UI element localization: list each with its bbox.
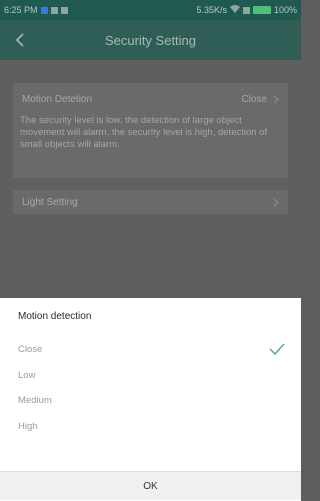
battery-icon <box>252 6 271 14</box>
chevron-right-icon <box>273 95 279 103</box>
app-notification-icon-2 <box>60 6 68 14</box>
status-right: 5.35K/s 100% <box>196 5 297 15</box>
sheet-title: Motion detection <box>18 311 92 322</box>
check-icon <box>269 343 285 355</box>
light-setting-card: Light Setting <box>13 190 288 214</box>
option-high[interactable]: High <box>0 414 301 438</box>
battery-level: 100% <box>273 5 297 15</box>
motion-detection-card: Motion Detetion Close The security level… <box>13 83 288 178</box>
option-label: High <box>18 420 38 432</box>
motion-detection-label: Motion Detetion <box>22 93 93 105</box>
status-left: 6:25 PM <box>4 5 68 15</box>
network-speed: 5.35K/s <box>196 5 227 15</box>
motion-detection-value: Close <box>241 93 267 105</box>
signal-icon <box>242 6 250 14</box>
app-bar: Security Setting <box>0 20 301 60</box>
motion-detection-sheet: Motion detection Close Low Medium High O… <box>0 298 301 501</box>
page-title: Security Setting <box>104 32 197 48</box>
chevron-right-icon <box>273 198 279 206</box>
option-label: Medium <box>18 394 52 406</box>
notification-icon <box>40 6 48 14</box>
option-low[interactable]: Low <box>0 363 301 387</box>
motion-detection-value-group: Close <box>241 94 279 105</box>
wifi-icon <box>229 5 240 15</box>
back-button[interactable] <box>8 28 32 52</box>
status-bar: 6:25 PM 5.35K/s 100% <box>0 0 301 20</box>
option-close[interactable]: Close <box>0 337 301 361</box>
option-label: Close <box>18 343 43 355</box>
light-setting-label: Light Setting <box>22 196 78 208</box>
option-medium[interactable]: Medium <box>0 388 301 412</box>
ok-button[interactable]: OK <box>0 471 301 500</box>
app-notification-icon <box>50 6 58 14</box>
motion-detection-description: The security level is low, the detection… <box>20 115 268 150</box>
motion-detection-row[interactable]: Motion Detetion Close <box>13 83 288 115</box>
light-setting-row[interactable]: Light Setting <box>13 190 288 214</box>
arrow-left-icon <box>15 33 24 47</box>
option-label: Low <box>18 369 36 381</box>
settings-content: Motion Detetion Close The security level… <box>0 60 301 280</box>
status-time: 6:25 PM <box>4 5 38 15</box>
